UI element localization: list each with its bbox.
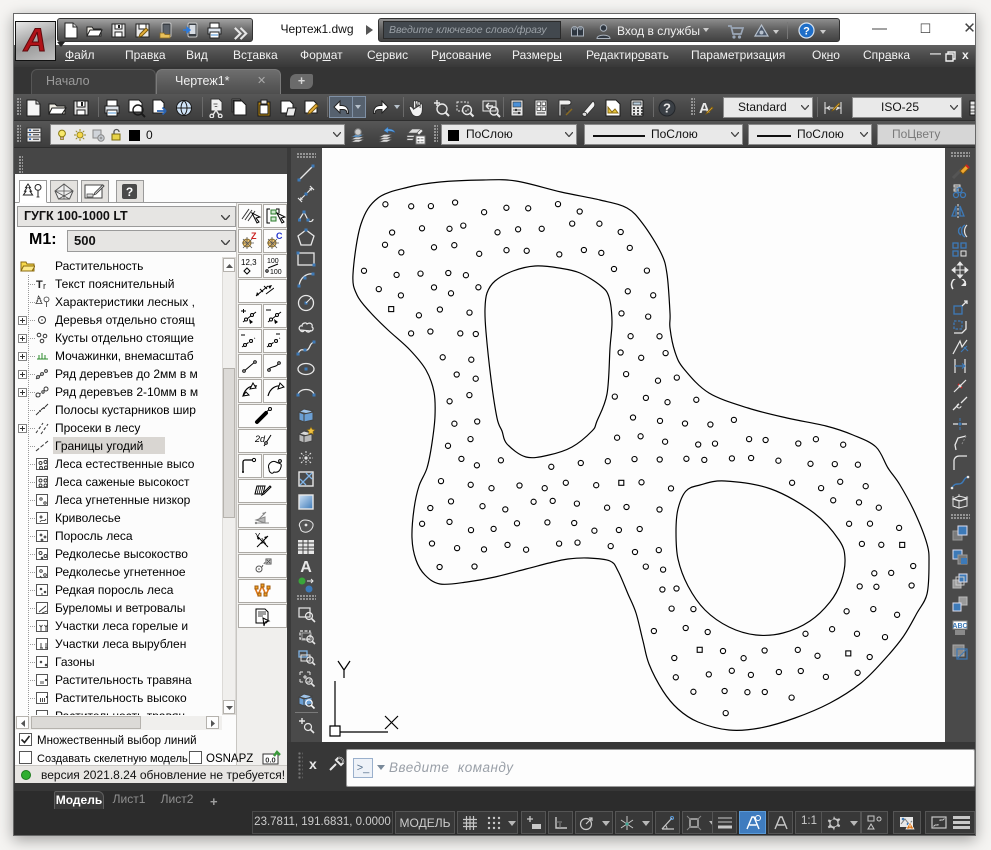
svg-text:C: C [276, 231, 283, 241]
svg-text:2d: 2d [254, 434, 266, 444]
svg-text:Z: Z [251, 231, 257, 241]
svg-text:?: ? [126, 185, 133, 199]
svg-text:A: A [699, 100, 710, 117]
svg-text:ABC: ABC [952, 623, 967, 630]
svg-text:A: A [300, 559, 312, 576]
svg-text:?: ? [803, 26, 810, 38]
svg-text:0.0: 0.0 [265, 756, 275, 765]
svg-text:100: 100 [270, 269, 282, 276]
svg-text:Y: Y [255, 532, 261, 541]
svg-text:?: ? [663, 101, 671, 116]
svg-text:12,3: 12,3 [241, 258, 257, 267]
svg-text:A: A [22, 22, 46, 58]
svg-text:r: r [43, 281, 46, 291]
svg-text:X: X [261, 537, 267, 546]
svg-text:T: T [36, 279, 43, 291]
